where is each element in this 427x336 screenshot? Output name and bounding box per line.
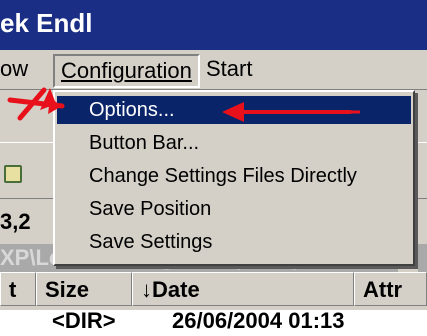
menu-window[interactable]: ow <box>0 52 34 86</box>
column-header-size[interactable]: Size <box>36 272 132 306</box>
window-title: ek Endl <box>0 8 93 38</box>
window-title-bar: ek Endl <box>0 0 427 50</box>
menu-start-label: Start <box>206 56 253 81</box>
folder-icon[interactable] <box>4 165 22 183</box>
menu-item-save-position[interactable]: Save Position <box>57 195 411 223</box>
menu-start[interactable]: Start <box>200 52 258 86</box>
file-size: <DIR> <box>52 308 116 333</box>
column-header-date[interactable]: ↓Date <box>132 272 354 306</box>
menu-bar: ow Configuration Start <box>0 50 427 90</box>
menu-item-button-bar[interactable]: Button Bar... <box>57 129 411 157</box>
menu-item-save-settings[interactable]: Save Settings <box>57 228 411 256</box>
drive-free-space: 3,2 <box>0 209 31 234</box>
configuration-dropdown-menu: Options... Button Bar... Change Settings… <box>53 90 415 266</box>
column-headers: t Size ↓Date Attr <box>0 272 427 308</box>
file-date: 26/06/2004 01:13 <box>172 308 345 333</box>
menu-item-change-settings-files[interactable]: Change Settings Files Directly <box>57 162 411 190</box>
column-header-ext[interactable]: t <box>0 272 36 306</box>
menu-window-label: ow <box>0 56 29 81</box>
menu-configuration[interactable]: Configuration <box>53 54 200 88</box>
menu-item-options[interactable]: Options... <box>57 96 411 124</box>
file-row[interactable]: <DIR> 26/06/2004 01:13 <box>0 308 427 336</box>
menu-configuration-label: Configuration <box>61 58 192 83</box>
column-header-attr[interactable]: Attr <box>354 272 427 306</box>
